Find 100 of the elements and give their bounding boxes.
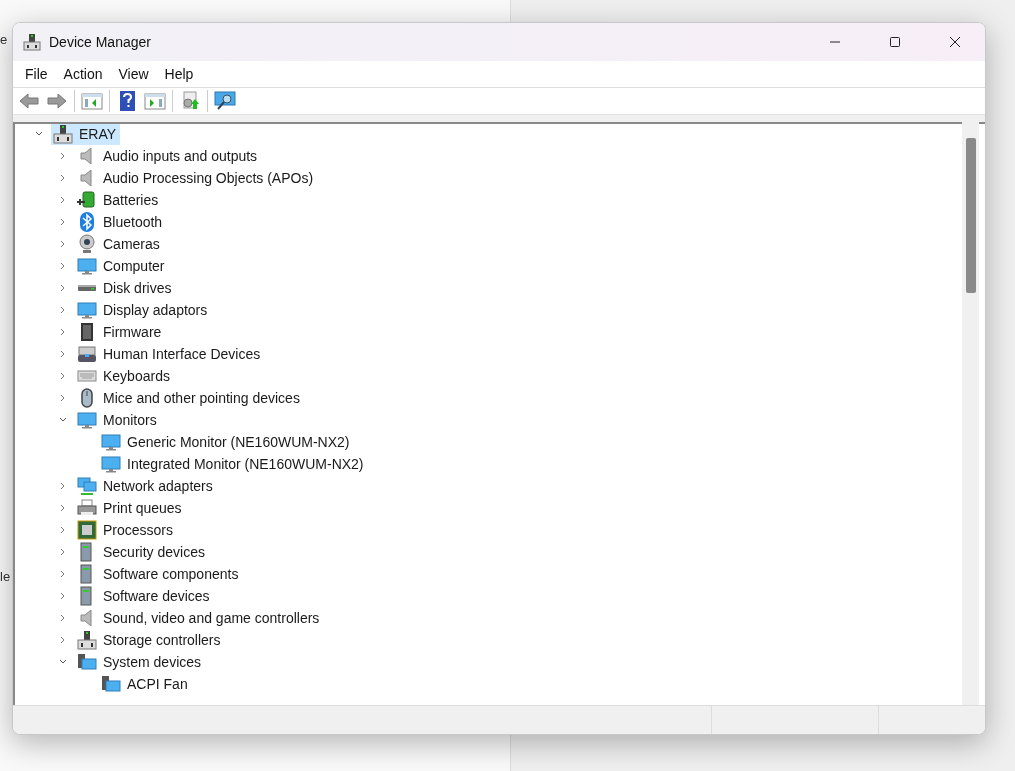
tree-item[interactable]: ACPI Fan xyxy=(99,673,192,695)
monitor-icon xyxy=(77,410,97,430)
chevron-down-icon[interactable] xyxy=(59,417,67,423)
tree-label: Network adapters xyxy=(103,478,213,494)
tree-label: Bluetooth xyxy=(103,214,163,230)
chevron-right-icon[interactable] xyxy=(60,548,66,556)
monitor-icon xyxy=(101,432,121,452)
tree-label: Generic Monitor (NE160WUM-NX2) xyxy=(127,434,350,450)
tree-item[interactable]: Human Interface Devices xyxy=(75,343,265,365)
chevron-right-icon[interactable] xyxy=(60,174,66,182)
menu-item[interactable]: Action xyxy=(55,66,111,82)
system-folder-icon xyxy=(77,652,97,672)
chevron-right-icon[interactable] xyxy=(60,152,66,160)
chevron-right-icon[interactable] xyxy=(60,240,66,248)
chevron-right-icon[interactable] xyxy=(60,614,66,622)
chevron-right-icon[interactable] xyxy=(60,306,66,314)
tree-item[interactable]: Software components xyxy=(75,563,243,585)
tree-item[interactable]: Keyboards xyxy=(75,365,174,387)
scan-monitor-icon[interactable] xyxy=(214,91,236,111)
tree-item[interactable]: Batteries xyxy=(75,189,163,211)
chevron-right-icon[interactable] xyxy=(60,350,66,358)
maximize-icon xyxy=(889,36,901,48)
printer-icon xyxy=(77,498,97,518)
tree-item[interactable]: Display adaptors xyxy=(75,299,212,321)
scrollbar-thumb[interactable] xyxy=(965,138,976,293)
tree-item[interactable]: Integrated Monitor (NE160WUM-NX2) xyxy=(99,453,368,475)
tree-label: Integrated Monitor (NE160WUM-NX2) xyxy=(127,456,364,472)
background-text: e xyxy=(0,32,8,47)
tree-label: System devices xyxy=(103,654,202,670)
menu-item[interactable]: File xyxy=(17,66,56,82)
tree-label: Mice and other pointing devices xyxy=(103,390,300,406)
chevron-right-icon[interactable] xyxy=(60,504,66,512)
chevron-right-icon[interactable] xyxy=(60,592,66,600)
tree-label: Disk drives xyxy=(103,280,172,296)
tree-item[interactable]: Disk drives xyxy=(75,277,176,299)
monitor-icon xyxy=(77,256,97,276)
chevron-right-icon[interactable] xyxy=(60,372,66,380)
tree-label: ACPI Fan xyxy=(127,676,188,692)
chevron-down-icon[interactable] xyxy=(59,659,67,665)
action-pane-icon[interactable] xyxy=(144,91,166,111)
chevron-right-icon[interactable] xyxy=(60,570,66,578)
tree-label: ERAY xyxy=(79,126,117,142)
tree-item[interactable]: Storage controllers xyxy=(75,629,225,651)
system-folder-icon xyxy=(101,674,121,694)
tree-label: Print queues xyxy=(103,500,182,516)
tree-item[interactable]: System devices xyxy=(75,651,206,673)
tree-label: Batteries xyxy=(103,192,159,208)
tree-label: Keyboards xyxy=(103,368,170,384)
tree-label: Audio inputs and outputs xyxy=(103,148,258,164)
computer-tower-icon xyxy=(77,630,97,650)
tree-item[interactable]: Firmware xyxy=(75,321,166,343)
disk-drive-icon xyxy=(77,284,97,292)
tree-label: Computer xyxy=(103,258,165,274)
tree-item[interactable]: Print queues xyxy=(75,497,186,519)
tree-item[interactable]: ERAY xyxy=(51,123,121,145)
tree-item[interactable]: Cameras xyxy=(75,233,164,255)
tree-item[interactable]: Processors xyxy=(75,519,178,541)
menu-item[interactable]: Help xyxy=(156,66,202,82)
tree-label: Sound, video and game controllers xyxy=(103,610,320,626)
network-icon xyxy=(77,476,97,496)
battery-plug-icon xyxy=(77,190,97,210)
tree-item[interactable]: Monitors xyxy=(75,409,161,431)
tree-label: Storage controllers xyxy=(103,632,221,648)
tree-label: Software components xyxy=(103,566,239,582)
chevron-right-icon[interactable] xyxy=(60,482,66,490)
chevron-right-icon[interactable] xyxy=(60,526,66,534)
tree-item[interactable]: Generic Monitor (NE160WUM-NX2) xyxy=(99,431,354,453)
tree-label: Display adaptors xyxy=(103,302,208,318)
scrollbar[interactable] xyxy=(962,122,979,705)
tree-item[interactable]: Bluetooth xyxy=(75,211,167,233)
chevron-right-icon[interactable] xyxy=(60,394,66,402)
tree-item[interactable]: Software devices xyxy=(75,585,214,607)
close-icon xyxy=(949,36,961,48)
background-text: le xyxy=(0,569,11,584)
chevron-right-icon[interactable] xyxy=(60,636,66,644)
chevron-right-icon[interactable] xyxy=(60,196,66,204)
tree-item[interactable]: Sound, video and game controllers xyxy=(75,607,324,629)
tree-label: Firmware xyxy=(103,324,162,340)
forward-arrow-icon[interactable] xyxy=(46,91,68,111)
processor-icon xyxy=(77,520,97,540)
webcam-icon xyxy=(77,234,97,254)
tree-label: Audio Processing Objects (APOs) xyxy=(103,170,314,186)
chevron-right-icon[interactable] xyxy=(60,284,66,292)
chevron-down-icon[interactable] xyxy=(35,131,43,137)
menu-item[interactable]: View xyxy=(110,66,157,82)
back-arrow-icon[interactable] xyxy=(18,91,40,111)
tree-item[interactable]: Audio inputs and outputs xyxy=(75,145,262,167)
tree-label: Processors xyxy=(103,522,174,538)
tree-item[interactable]: Computer xyxy=(75,255,169,277)
console-tree-icon[interactable] xyxy=(81,91,103,111)
tree-item[interactable]: Mice and other pointing devices xyxy=(75,387,304,409)
tree-item[interactable]: Audio Processing Objects (APOs) xyxy=(75,167,318,189)
monitor-icon xyxy=(101,454,121,474)
tree-item[interactable]: Security devices xyxy=(75,541,209,563)
tree-item[interactable]: Network adapters xyxy=(75,475,217,497)
chevron-right-icon[interactable] xyxy=(60,328,66,336)
computer-tower-icon xyxy=(53,124,73,144)
tree-label: Security devices xyxy=(103,544,205,560)
chevron-right-icon[interactable] xyxy=(60,262,66,270)
chevron-right-icon[interactable] xyxy=(60,218,66,226)
